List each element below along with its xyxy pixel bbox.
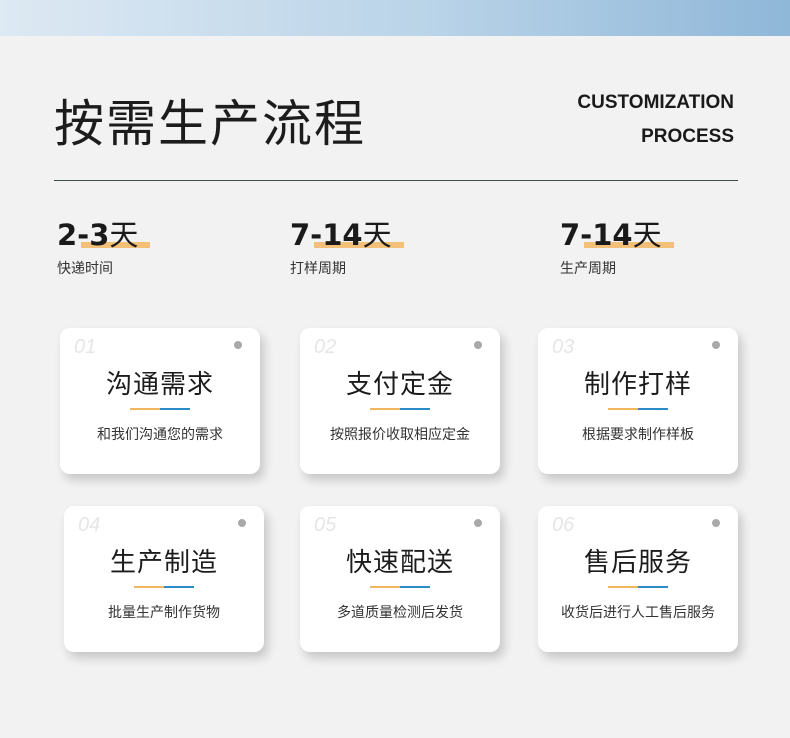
title-en-line2: PROCESS <box>641 126 734 147</box>
step-desc: 批量生产制作货物 <box>108 605 220 621</box>
tag-hole-icon <box>712 341 720 349</box>
step-desc: 根据要求制作样板 <box>582 427 694 443</box>
stat-value: 2-3天 <box>57 218 151 252</box>
header-divider <box>54 180 738 181</box>
top-gradient-band <box>0 0 790 36</box>
stat-label: 快递时间 <box>57 261 113 277</box>
stat-sampling-period: 7-14天 打样周期 <box>290 216 404 278</box>
stat-production-period: 7-14天 生产周期 <box>560 216 674 278</box>
step-underline <box>608 586 668 588</box>
step-card-delivery: 05 快速配送 多道质量检测后发货 <box>300 506 500 652</box>
step-underline <box>370 586 430 588</box>
step-underline <box>134 586 194 588</box>
step-title: 售后服务 <box>583 548 692 578</box>
step-title: 快速配送 <box>345 548 454 578</box>
step-card-production: 04 生产制造 批量生产制作货物 <box>64 506 264 652</box>
step-desc: 按照报价收取相应定金 <box>330 427 470 443</box>
tag-hole-icon <box>234 341 242 349</box>
step-index: 04 <box>78 514 101 536</box>
step-card-communicate: 01 沟通需求 和我们沟通您的需求 <box>60 328 260 474</box>
step-card-deposit: 02 支付定金 按照报价收取相应定金 <box>300 328 500 474</box>
page-title: 按需生产流程 <box>54 95 366 153</box>
step-desc: 和我们沟通您的需求 <box>97 427 223 443</box>
stat-value: 7-14天 <box>560 218 674 252</box>
stat-value: 7-14天 <box>290 218 404 252</box>
step-card-after-sales: 06 售后服务 收货后进行人工售后服务 <box>538 506 738 652</box>
step-index: 06 <box>552 514 575 536</box>
title-en-line1: CUSTOMIZATION <box>577 92 734 113</box>
step-index: 01 <box>74 336 97 358</box>
step-title: 生产制造 <box>109 548 218 578</box>
step-index: 05 <box>314 514 337 536</box>
tag-hole-icon <box>474 519 482 527</box>
stat-label: 打样周期 <box>290 261 346 277</box>
step-desc: 多道质量检测后发货 <box>337 605 463 621</box>
step-title: 沟通需求 <box>105 370 214 400</box>
step-card-sampling: 03 制作打样 根据要求制作样板 <box>538 328 738 474</box>
page-title-english: CUSTOMIZATION PROCESS <box>577 86 734 154</box>
step-underline <box>370 408 430 410</box>
stat-delivery-time: 2-3天 快递时间 <box>57 216 151 278</box>
step-index: 03 <box>552 336 575 358</box>
step-index: 02 <box>314 336 337 358</box>
stat-label: 生产周期 <box>560 261 616 277</box>
step-title: 支付定金 <box>345 370 454 400</box>
step-desc: 收货后进行人工售后服务 <box>561 605 715 621</box>
step-underline <box>608 408 668 410</box>
tag-hole-icon <box>712 519 720 527</box>
tag-hole-icon <box>474 341 482 349</box>
step-title: 制作打样 <box>583 370 692 400</box>
tag-hole-icon <box>238 519 246 527</box>
step-underline <box>130 408 190 410</box>
